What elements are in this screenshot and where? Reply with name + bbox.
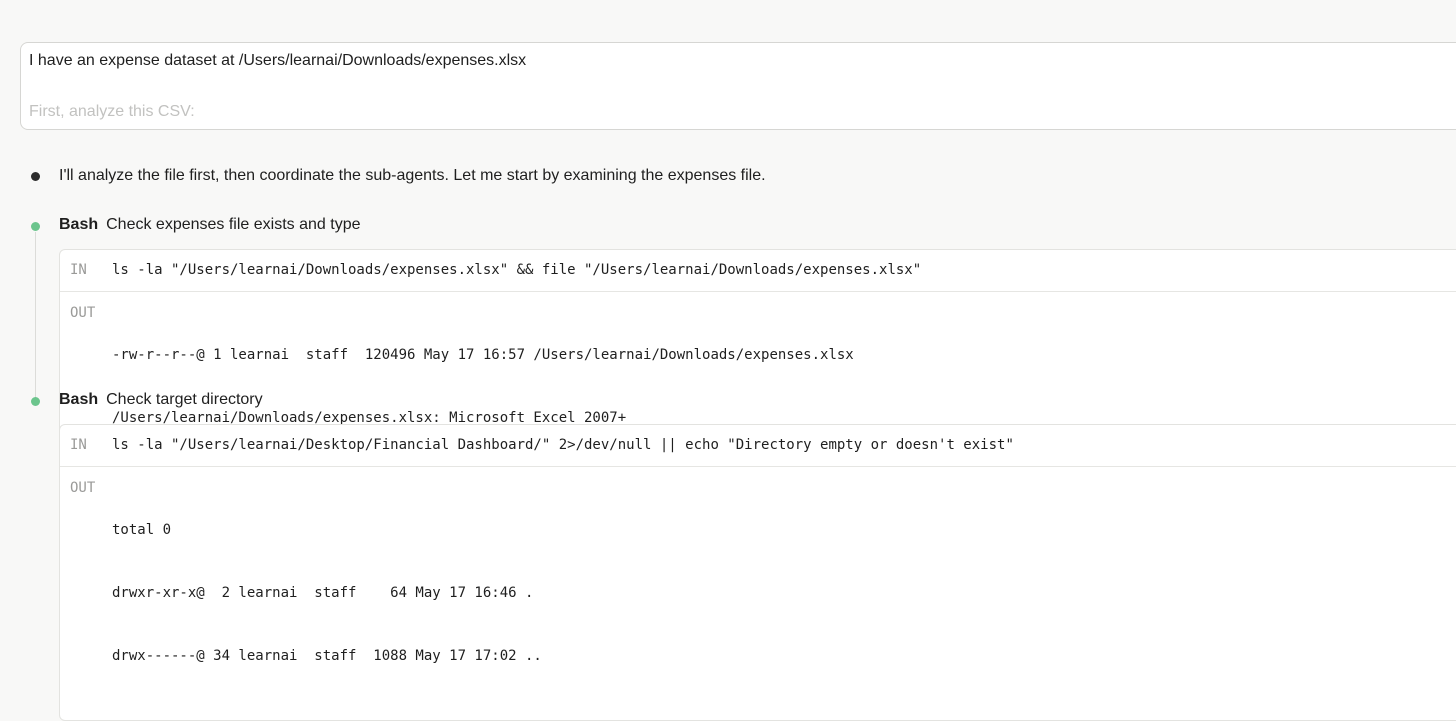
output-line: drwx------@ 34 learnai staff 1088 May 17… xyxy=(112,648,542,664)
timeline-connector xyxy=(35,232,36,400)
assistant-message: I'll analyze the file first, then coordi… xyxy=(59,167,766,184)
tool-name: Bash xyxy=(59,216,99,233)
input-label: IN xyxy=(70,262,87,278)
output-line: total 0 xyxy=(112,522,172,538)
message-bullet-icon xyxy=(31,172,40,181)
prompt-line-2: First, analyze this CSV: xyxy=(29,103,195,120)
tool-status-success-icon xyxy=(31,397,40,406)
tool-call-header[interactable]: Bash Check target directory xyxy=(59,391,263,409)
output-label: OUT xyxy=(70,305,96,321)
tool-output-row: OUT total 0 drwxr-xr-x@ 2 learnai staff … xyxy=(60,466,1456,720)
output-line: drwxr-xr-x@ 2 learnai staff 64 May 17 16… xyxy=(112,585,534,601)
prompt-line-1: I have an expense dataset at /Users/lear… xyxy=(29,52,527,69)
tool-description: Check target directory xyxy=(106,391,263,408)
tool-name: Bash xyxy=(59,391,99,408)
output-line: -rw-r--r--@ 1 learnai staff 120496 May 1… xyxy=(112,347,854,363)
input-label: IN xyxy=(70,437,87,453)
tool-output-text: total 0 drwxr-xr-x@ 2 learnai staff 64 M… xyxy=(112,478,1456,709)
tool-description: Check expenses file exists and type xyxy=(106,216,361,233)
prompt-input[interactable]: I have an expense dataset at /Users/lear… xyxy=(20,42,1456,130)
tool-input-command: ls -la "/Users/learnai/Downloads/expense… xyxy=(112,262,922,278)
tool-input-row: IN ls -la "/Users/learnai/Downloads/expe… xyxy=(60,250,1456,291)
tool-status-success-icon xyxy=(31,222,40,231)
tool-call-card: IN ls -la "/Users/learnai/Desktop/Financ… xyxy=(59,424,1456,721)
tool-input-command: ls -la "/Users/learnai/Desktop/Financial… xyxy=(112,437,1014,453)
tool-input-row: IN ls -la "/Users/learnai/Desktop/Financ… xyxy=(60,425,1456,466)
output-label: OUT xyxy=(70,480,96,496)
tool-call-header[interactable]: Bash Check expenses file exists and type xyxy=(59,216,360,234)
